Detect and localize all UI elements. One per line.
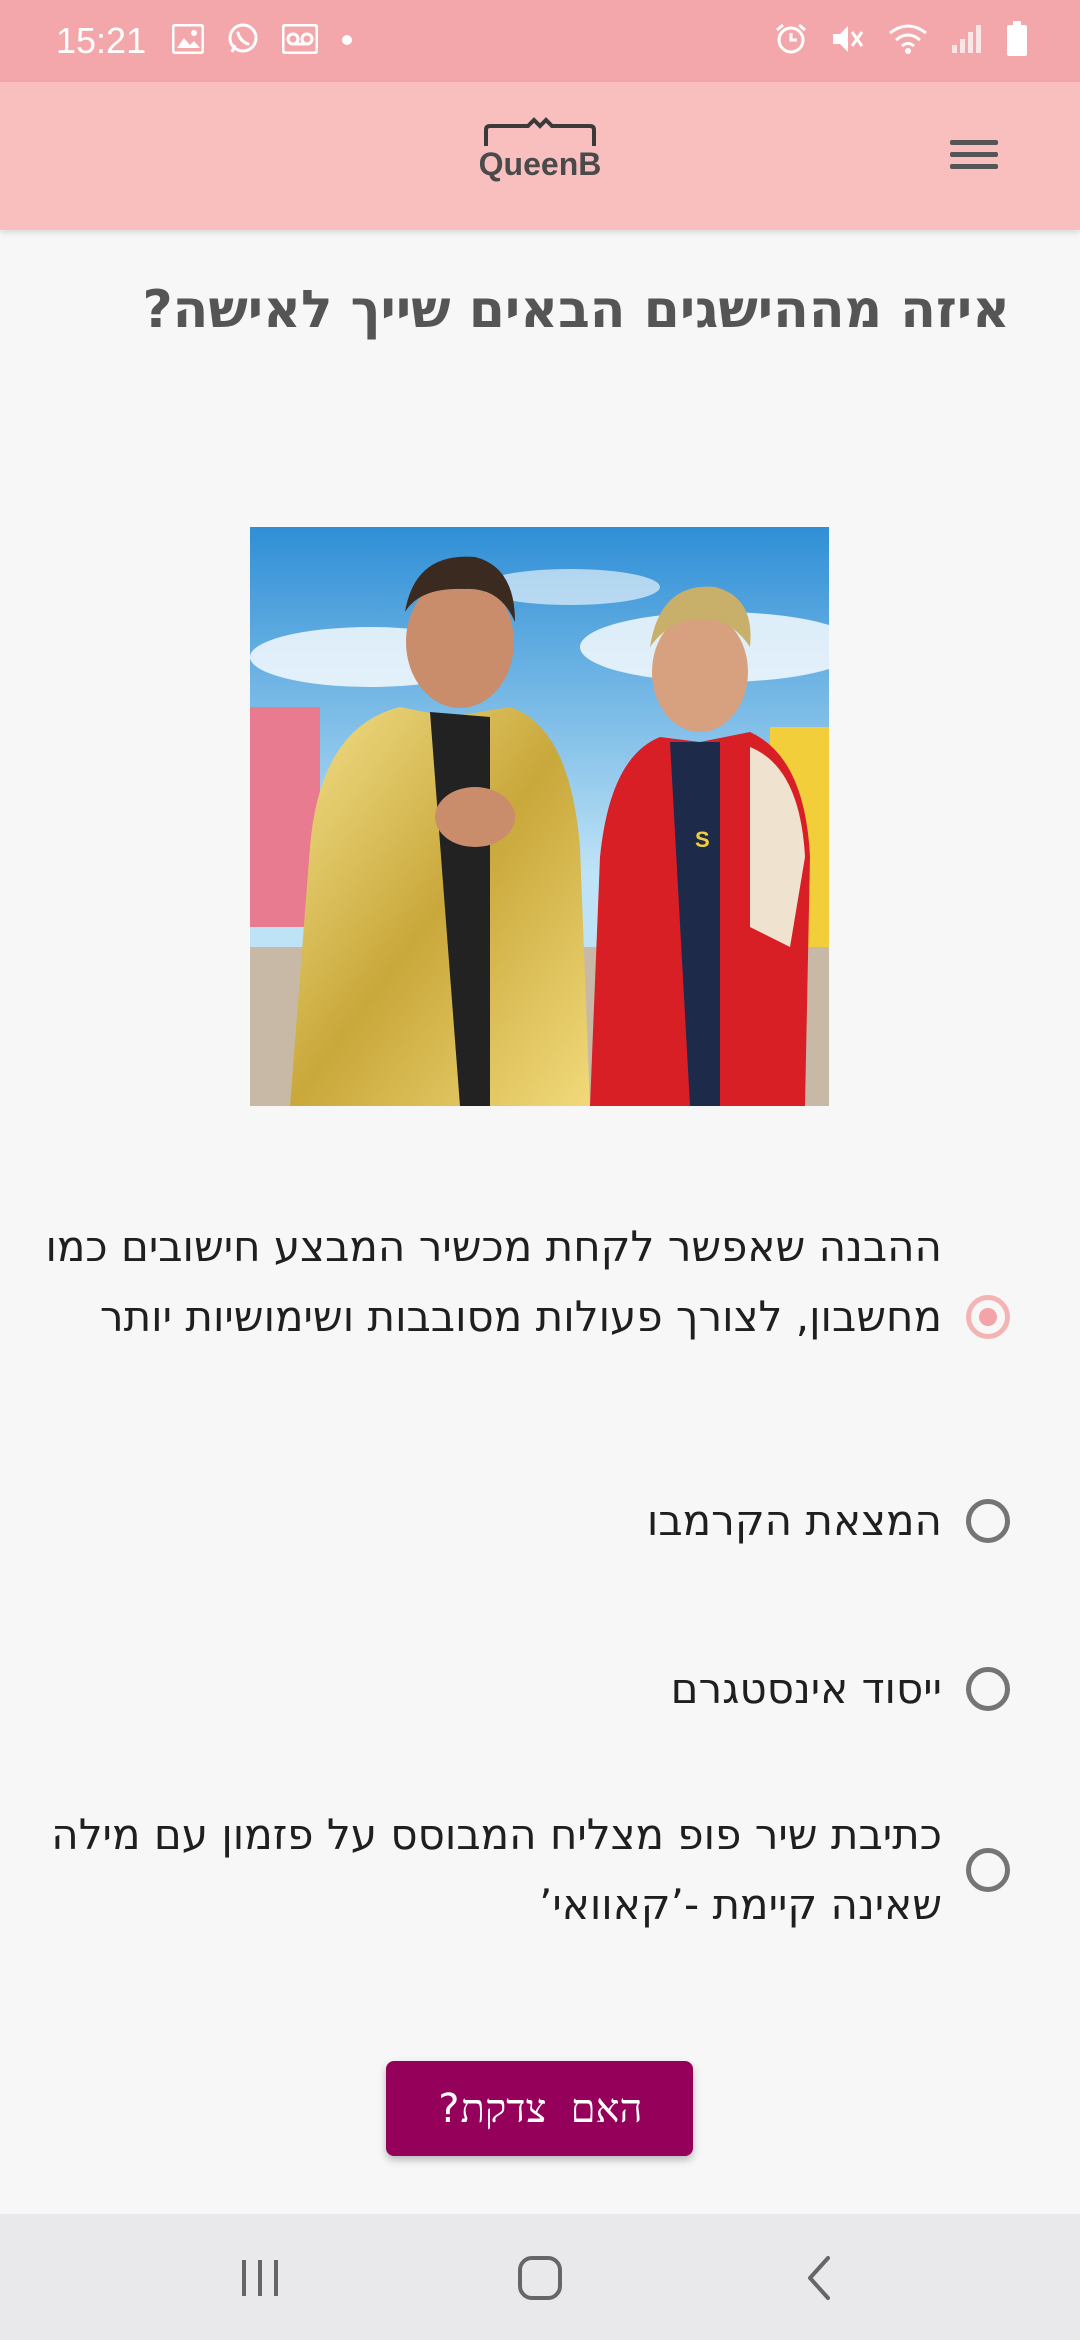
wifi-icon [888,23,928,59]
dot-icon [340,32,354,51]
question-title: איזה מההישגים הבאים שייך לאישה? [142,280,1010,340]
back-icon[interactable] [790,2252,850,2304]
navigation-bar [0,2214,1080,2340]
whatsapp-icon [226,22,260,60]
radio-selected[interactable] [966,1295,1010,1339]
radio-unselected[interactable] [966,1848,1010,1892]
signal-icon [950,23,984,59]
option-4[interactable]: כתיבת שיר פופ מצליח המבוסס על פזמון עם מ… [51,1800,1010,1940]
option-1-label: ההבנה שאפשר לקחת מכשיר המבצע חישובים כמו… [45,1222,942,1341]
option-4-label: כתיבת שיר פופ מצליח המבוסס על פזמון עם מ… [51,1810,942,1929]
option-3-label: ייסוד אינסטגרם [670,1664,942,1713]
hamburger-menu-icon[interactable] [948,134,1000,178]
battery-icon [1006,21,1028,61]
option-2[interactable]: המצאת הקרמבו [60,1495,1010,1565]
option-1[interactable]: ההבנה שאפשר לקחת מכשיר המבצע חישובים כמו… [45,1212,1010,1422]
radio-unselected[interactable] [966,1667,1010,1711]
option-3[interactable]: ייסוד אינסטגרם [60,1663,1010,1733]
status-time: 15:21 [56,20,147,61]
queenb-logo: QueenB [476,116,604,200]
check-answer-button[interactable]: האם צדקת? [386,2061,693,2156]
voicemail-icon [281,23,319,58]
radio-unselected[interactable] [966,1499,1010,1543]
option-2-label: המצאת הקרמבו [646,1496,942,1545]
mute-icon [830,22,866,60]
image-icon [171,23,205,58]
app-bar: QueenB [0,82,1080,230]
home-icon[interactable] [510,2252,570,2304]
recent-apps-icon[interactable] [230,2252,290,2304]
svg-text:S: S [695,827,710,852]
status-bar: 15:21 [0,0,1080,82]
alarm-icon [774,22,808,60]
question-image: S [250,527,829,1106]
logo-text: QueenB [478,146,602,182]
